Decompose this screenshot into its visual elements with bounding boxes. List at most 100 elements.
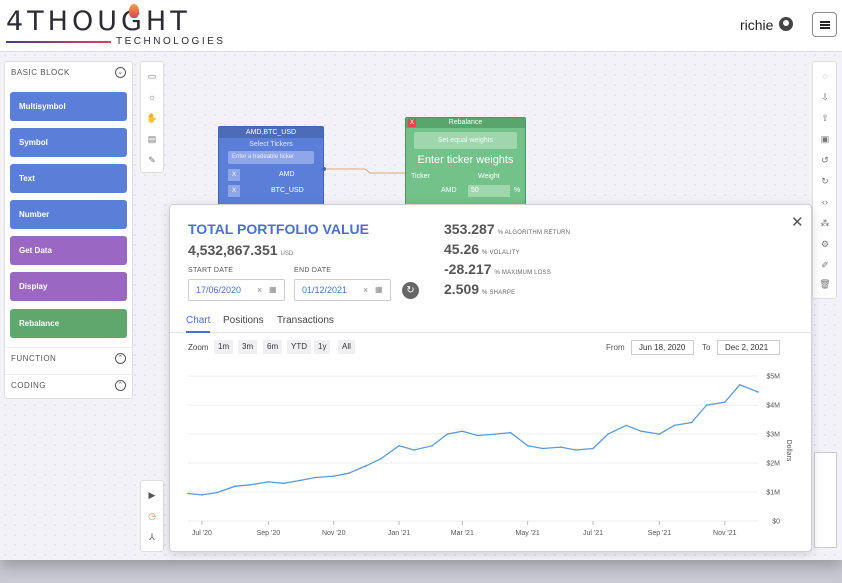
user-name[interactable]: richie: [740, 17, 773, 33]
x-tick-label: Sep '20: [257, 530, 281, 537]
user-icon[interactable]: [779, 17, 793, 31]
data-point: [380, 457, 382, 460]
weight-input[interactable]: 50: [468, 185, 510, 197]
logo-subtitle: TECHNOLOGIES: [116, 36, 226, 47]
from-date-input[interactable]: Jun 18, 2020: [631, 340, 694, 355]
edit-icon[interactable]: ✐: [819, 259, 831, 271]
ticker-input[interactable]: Enter a tradeable ticker: [228, 151, 314, 164]
redo-icon[interactable]: ↻: [819, 175, 831, 187]
start-date-field[interactable]: 17/06/2020 × ▦: [188, 279, 285, 301]
play-icon[interactable]: ▶: [146, 489, 158, 501]
right-toolbar: ◌ ⇩ ⇧ ▣ ↺ ↻ ‹› ⁂ ⚙ ✐ 🗑: [812, 61, 837, 299]
block-get-data[interactable]: Get Data: [10, 236, 127, 265]
connection-link: [322, 167, 406, 174]
tab-transactions[interactable]: Transactions: [277, 315, 334, 331]
clear-icon[interactable]: ×: [257, 280, 262, 300]
stat-value: 2.509: [444, 281, 480, 297]
network-icon[interactable]: ⁂: [819, 217, 831, 229]
settings-icon[interactable]: ⚙: [819, 238, 831, 250]
equal-weights-button[interactable]: Set equal weights: [414, 132, 517, 149]
block-rebalance[interactable]: Rebalance: [10, 309, 127, 338]
stat-sharpe: 2.509% SHARPE: [444, 281, 515, 297]
end-date-field[interactable]: 01/12/2021 × ▦: [294, 279, 391, 301]
section-coding[interactable]: CODING ⌃: [5, 374, 132, 396]
data-point: [216, 491, 218, 494]
weight-unit: %: [514, 187, 521, 194]
block-text[interactable]: Text: [10, 164, 127, 193]
x-tick-label: Jul '20: [192, 530, 212, 537]
hand-icon[interactable]: ✋: [146, 112, 158, 124]
tab-positions[interactable]: Positions: [223, 315, 264, 331]
chevron-up-icon[interactable]: ⌃: [115, 380, 126, 391]
code-icon[interactable]: ‹›: [819, 196, 831, 208]
download-icon[interactable]: ⇩: [819, 91, 831, 103]
col-ticker: Ticker: [411, 173, 430, 180]
modal-title: TOTAL PORTFOLIO VALUE: [188, 221, 369, 237]
block-number[interactable]: Number: [10, 200, 127, 229]
zoom-1m-button[interactable]: 1m: [214, 340, 234, 354]
stat-label: % ALGORITHM RETURN: [497, 230, 571, 236]
remove-ticker-button[interactable]: X: [228, 185, 240, 197]
zoom-all-button[interactable]: All: [338, 340, 355, 354]
data-point: [607, 433, 609, 435]
flame-icon: [129, 4, 139, 18]
y-tick-label: $1M: [766, 490, 780, 497]
trash-icon[interactable]: 🗑: [819, 278, 831, 290]
section-basic-block[interactable]: BASIC BLOCK ⌄: [5, 62, 132, 84]
block-symbol[interactable]: Symbol: [10, 128, 127, 157]
upload-icon[interactable]: ⇧: [819, 112, 831, 124]
zoom-1y-button[interactable]: 1y: [314, 340, 331, 354]
portfolio-chart[interactable]: $0 $1M $2M $3M $4M $5M Jul '20 Sep '20 Nov '20 Ja…: [170, 355, 813, 550]
brightness-icon[interactable]: ☼: [146, 91, 158, 103]
x-tick-label: Jan '21: [388, 530, 410, 537]
zoom-3m-button[interactable]: 3m: [238, 340, 258, 354]
stat-label: % VOLALITY: [482, 250, 520, 256]
add-screen-icon[interactable]: ▭: [146, 70, 158, 82]
tab-chart[interactable]: Chart: [186, 315, 211, 333]
data-point: [757, 391, 759, 393]
clear-icon[interactable]: ×: [363, 280, 368, 300]
briefcase-icon[interactable]: ▣: [819, 133, 831, 145]
data-point: [690, 421, 693, 424]
data-point: [431, 444, 434, 447]
remove-ticker-button[interactable]: X: [228, 169, 240, 181]
block-multisymbol[interactable]: Multisymbol: [10, 92, 127, 121]
zoom-6m-button[interactable]: 6m: [263, 340, 283, 354]
history-icon[interactable]: ◷: [146, 510, 158, 522]
bucket-icon[interactable]: ▤: [146, 133, 158, 145]
ticker-node[interactable]: AMD,BTC_USD Select Tickers Enter a trade…: [218, 126, 324, 206]
data-point: [625, 424, 628, 427]
data-point: [575, 449, 577, 451]
data-point: [509, 431, 512, 434]
block-panel: BASIC BLOCK ⌄ Multisymbol Symbol Text Nu…: [4, 61, 133, 399]
zoom-ytd-button[interactable]: YTD: [287, 340, 311, 354]
data-point: [640, 430, 643, 432]
data-point: [347, 472, 350, 474]
chevron-up-icon[interactable]: ⌃: [115, 353, 126, 364]
stat-value: -28.217: [444, 261, 492, 277]
data-point: [282, 482, 285, 485]
section-function[interactable]: FUNCTION ⌃: [5, 347, 132, 369]
calendar-icon[interactable]: ▦: [375, 280, 383, 300]
close-node-button[interactable]: X: [408, 119, 416, 127]
rebalance-node[interactable]: X Rebalance Set equal weights Enter tick…: [405, 117, 526, 207]
chevron-down-icon[interactable]: ⌄: [115, 67, 126, 78]
node-title: AMD,BTC_USD: [219, 127, 323, 138]
from-label: From: [606, 343, 625, 352]
weights-row: AMD 50 %: [406, 184, 525, 198]
calendar-icon[interactable]: ▦: [269, 280, 277, 300]
fork-icon[interactable]: ⅄: [146, 531, 158, 543]
x-tick-label: Jul '21: [583, 530, 603, 537]
select-icon[interactable]: ◌: [819, 70, 831, 82]
hamburger-menu-button[interactable]: [812, 12, 837, 37]
run-toolbar: ▶ ◷ ⅄: [140, 480, 164, 552]
undo-icon[interactable]: ↺: [819, 154, 831, 166]
series-line: [187, 384, 759, 496]
block-display[interactable]: Display: [10, 272, 127, 301]
refresh-button[interactable]: ↻: [402, 282, 419, 299]
close-icon[interactable]: ✕: [791, 213, 804, 231]
pin-icon[interactable]: ✎: [146, 154, 158, 166]
to-date-input[interactable]: Dec 2, 2021: [717, 340, 780, 355]
right-scroll-panel[interactable]: [814, 452, 837, 548]
header: 4THOUGHT TECHNOLOGIES richie: [0, 0, 842, 52]
